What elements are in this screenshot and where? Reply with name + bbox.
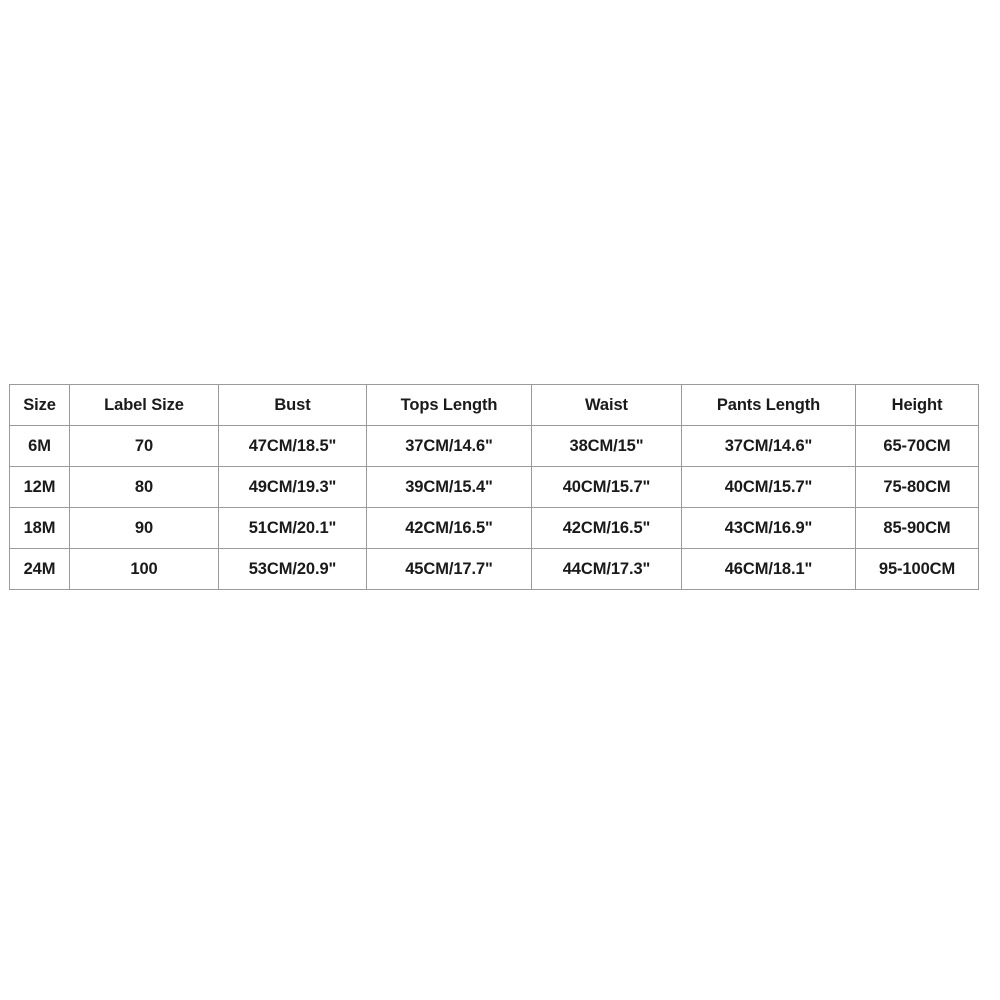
- cell-bust: 53CM/20.9": [218, 548, 367, 590]
- cell-size: 6M: [9, 425, 70, 467]
- cell-pants-length: 46CM/18.1": [681, 548, 856, 590]
- cell-label-size: 100: [69, 548, 219, 590]
- cell-tops-length: 39CM/15.4": [366, 466, 532, 508]
- cell-waist: 44CM/17.3": [531, 548, 682, 590]
- cell-tops-length: 42CM/16.5": [366, 507, 532, 549]
- cell-pants-length: 40CM/15.7": [681, 466, 856, 508]
- cell-size: 18M: [9, 507, 70, 549]
- column-header-waist: Waist: [531, 384, 682, 426]
- table-row: 24M 100 53CM/20.9" 45CM/17.7" 44CM/17.3"…: [9, 548, 979, 590]
- column-header-size: Size: [9, 384, 70, 426]
- column-header-pants-length: Pants Length: [681, 384, 856, 426]
- cell-height: 75-80CM: [855, 466, 979, 508]
- table-row: 18M 90 51CM/20.1" 42CM/16.5" 42CM/16.5" …: [9, 507, 979, 549]
- cell-bust: 51CM/20.1": [218, 507, 367, 549]
- cell-size: 12M: [9, 466, 70, 508]
- column-header-tops-length: Tops Length: [366, 384, 532, 426]
- cell-pants-length: 37CM/14.6": [681, 425, 856, 467]
- cell-height: 65-70CM: [855, 425, 979, 467]
- cell-height: 85-90CM: [855, 507, 979, 549]
- cell-tops-length: 45CM/17.7": [366, 548, 532, 590]
- cell-waist: 38CM/15": [531, 425, 682, 467]
- column-header-height: Height: [855, 384, 979, 426]
- cell-label-size: 90: [69, 507, 219, 549]
- cell-height: 95-100CM: [855, 548, 979, 590]
- cell-label-size: 70: [69, 425, 219, 467]
- cell-waist: 40CM/15.7": [531, 466, 682, 508]
- cell-bust: 47CM/18.5": [218, 425, 367, 467]
- cell-waist: 42CM/16.5": [531, 507, 682, 549]
- cell-bust: 49CM/19.3": [218, 466, 367, 508]
- table-header-row: Size Label Size Bust Tops Length Waist P…: [9, 384, 979, 426]
- cell-tops-length: 37CM/14.6": [366, 425, 532, 467]
- size-chart-container: Size Label Size Bust Tops Length Waist P…: [9, 384, 979, 590]
- column-header-bust: Bust: [218, 384, 367, 426]
- cell-pants-length: 43CM/16.9": [681, 507, 856, 549]
- cell-size: 24M: [9, 548, 70, 590]
- table-row: 12M 80 49CM/19.3" 39CM/15.4" 40CM/15.7" …: [9, 466, 979, 508]
- size-chart-table: Size Label Size Bust Tops Length Waist P…: [9, 384, 979, 590]
- column-header-label-size: Label Size: [69, 384, 219, 426]
- table-row: 6M 70 47CM/18.5" 37CM/14.6" 38CM/15" 37C…: [9, 425, 979, 467]
- cell-label-size: 80: [69, 466, 219, 508]
